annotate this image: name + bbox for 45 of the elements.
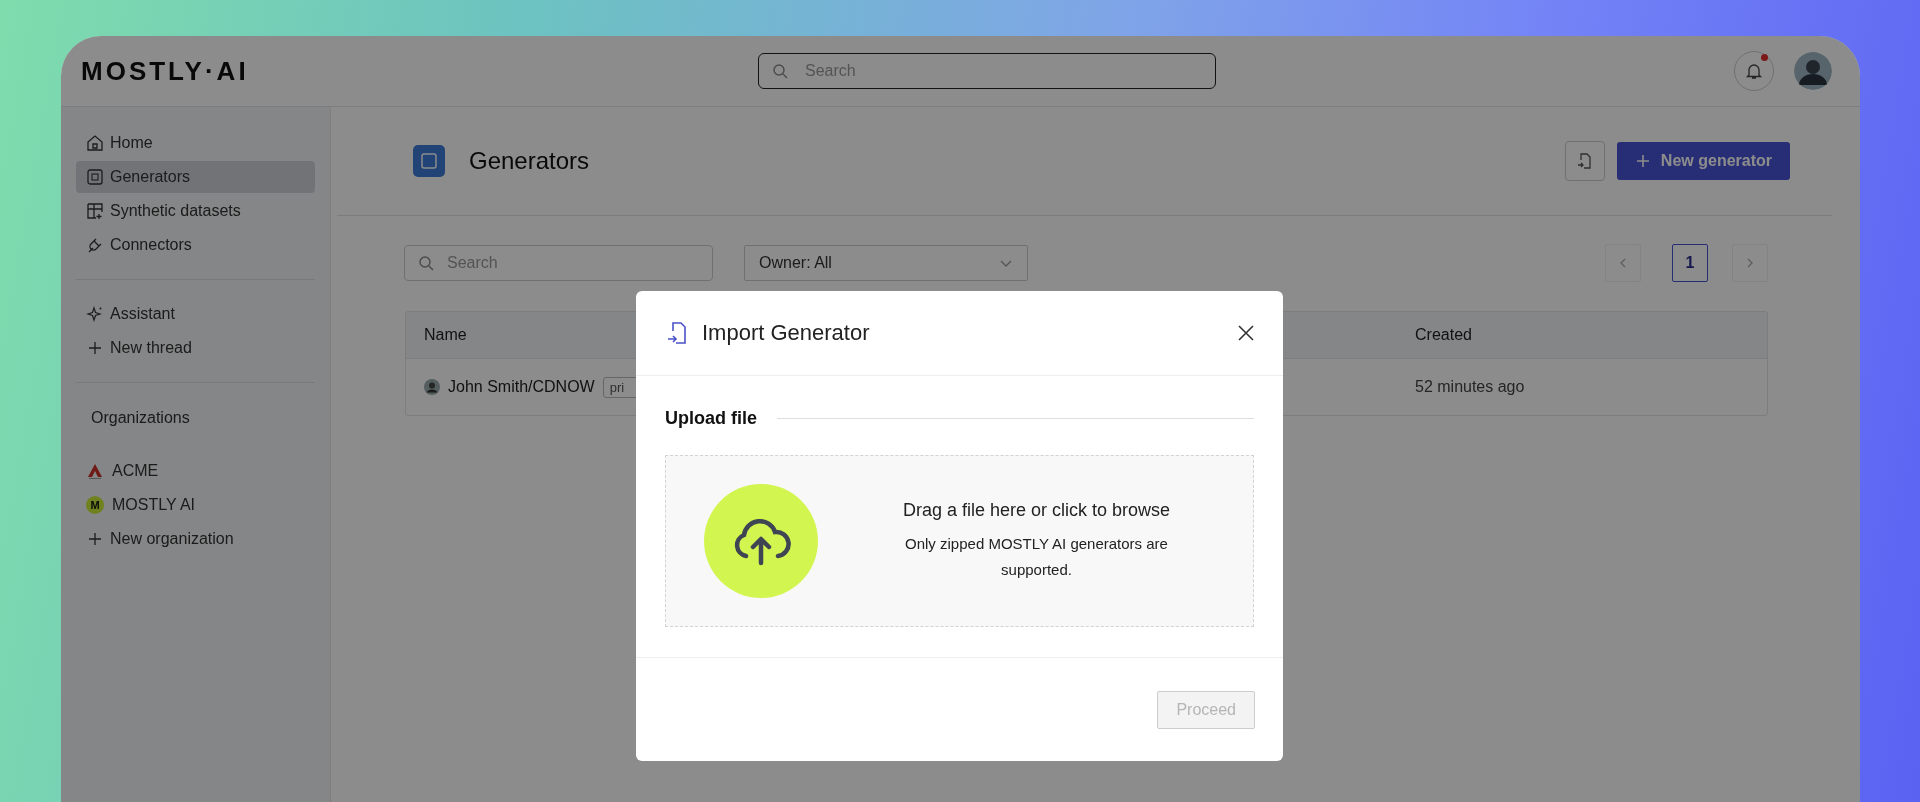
avatar xyxy=(424,379,440,395)
generator-name[interactable]: John Smith/CDNOW xyxy=(448,378,595,396)
sidebar-item[interactable]: M MOSTLY AI xyxy=(76,489,315,521)
sidebar-item[interactable]: New thread xyxy=(76,332,315,364)
section-heading: Organizations xyxy=(90,408,191,428)
dialog-title: Import Generator xyxy=(702,320,870,346)
chip-icon xyxy=(413,145,445,177)
owner-dropdown[interactable]: Owner: All xyxy=(744,245,1028,281)
file-import-icon xyxy=(1575,152,1594,170)
plus-icon xyxy=(86,339,104,357)
home-icon xyxy=(86,134,104,152)
search-field[interactable]: Search xyxy=(758,53,1216,89)
table-icon xyxy=(86,202,104,220)
sidebar-item[interactable]: Synthetic datasets xyxy=(76,195,315,227)
sparkle-icon xyxy=(86,305,104,323)
sidebar-item[interactable]: Assistant xyxy=(76,298,315,330)
drop-hint: Only zipped MOSTLY AI generators are supported. xyxy=(904,533,1169,580)
page-button[interactable]: 1 xyxy=(1672,244,1708,282)
notifications-button[interactable] xyxy=(1734,51,1774,91)
avatar[interactable] xyxy=(1794,52,1832,90)
section-title: Upload file xyxy=(665,408,757,429)
org-badge: M xyxy=(86,496,104,514)
table-cell: 52 minutes ago xyxy=(1415,378,1525,396)
triangle-logo-icon xyxy=(86,462,104,480)
sidebar-item[interactable]: ACME xyxy=(76,455,315,487)
search-icon xyxy=(772,63,788,79)
file-import-icon xyxy=(666,321,688,345)
sidebar-item[interactable]: New organization xyxy=(76,523,315,555)
bell-icon xyxy=(1745,62,1763,80)
column-header: Name xyxy=(424,326,467,343)
sidebar-item[interactable]: Home xyxy=(76,127,315,159)
new-generator-button[interactable]: New generator xyxy=(1616,142,1790,180)
column-header: Created xyxy=(1415,326,1472,343)
plug-icon xyxy=(86,236,104,254)
sidebar-item[interactable]: Generators xyxy=(76,161,315,193)
page-title: Generators xyxy=(469,147,590,175)
file-drop-zone[interactable]: Drag a file here or click to browse Only zipped MOSTLY AI generators are supported. xyxy=(665,455,1254,627)
chip-icon xyxy=(86,168,104,186)
sidebar-item[interactable]: Connectors xyxy=(76,229,315,261)
import-button[interactable] xyxy=(1564,141,1605,181)
plus-icon xyxy=(1634,153,1651,169)
search-icon xyxy=(418,255,434,271)
drop-title: Drag a file here or click to browse xyxy=(901,499,1172,521)
logo: MOSTLY·AI xyxy=(81,55,250,87)
plus-icon xyxy=(86,530,104,548)
